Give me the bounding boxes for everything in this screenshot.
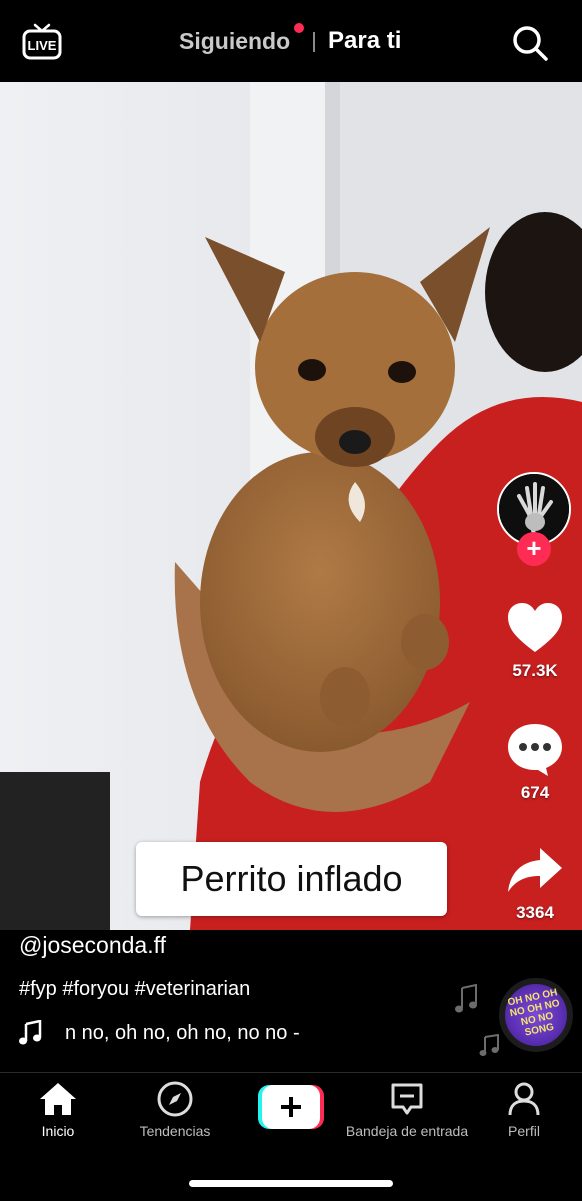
share-icon (508, 848, 562, 892)
comment-count: 674 (520, 783, 550, 802)
tab-following[interactable]: Siguiendo (179, 28, 290, 55)
music-disc[interactable]: OH NO OH NO OH NO NO NO SONG (499, 978, 573, 1052)
nav-home[interactable]: Inicio (30, 1081, 86, 1139)
post-hashtags[interactable]: #fyp #foryou #veterinarian (19, 978, 250, 1001)
nav-home-label: Inicio (41, 1123, 75, 1139)
disc-label: OH NO OH NO OH NO NO NO SONG (506, 987, 561, 1039)
like-count: 57.3K (512, 661, 558, 680)
music-title: n no, oh no, oh no, no no - (65, 1022, 300, 1044)
video-caption-sticker: Perrito inflado (136, 842, 447, 916)
floating-note-icon (454, 983, 480, 1016)
share-action[interactable]: 3364 (497, 846, 573, 923)
live-label: LIVE (28, 38, 57, 53)
video-frame (0, 82, 582, 930)
top-bar: LIVE Siguiendo Para ti (0, 0, 582, 82)
nav-inbox[interactable]: Bandeja de entrada (336, 1081, 478, 1139)
creator-username[interactable]: @joseconda.ff (19, 932, 166, 959)
comment-action[interactable]: 674 (497, 722, 573, 803)
tab-for-you[interactable]: Para ti (328, 27, 401, 55)
tab-divider (313, 32, 315, 52)
comment-icon (508, 724, 562, 776)
share-count: 3364 (516, 903, 554, 922)
video-player[interactable] (0, 82, 582, 930)
nav-profile-label: Perfil (508, 1123, 540, 1139)
compass-icon (157, 1081, 193, 1117)
follow-button[interactable]: + (517, 532, 551, 566)
create-button[interactable] (258, 1085, 324, 1129)
heart-icon (508, 603, 562, 652)
music-row[interactable]: n no, oh no, oh no, no no - (19, 1019, 439, 1048)
home-icon (40, 1083, 76, 1115)
plus-icon (258, 1085, 324, 1129)
notification-dot (294, 23, 304, 33)
search-icon[interactable] (511, 24, 549, 62)
nav-discover[interactable]: Tendencias (130, 1081, 220, 1139)
inbox-icon (391, 1083, 423, 1115)
home-indicator[interactable] (189, 1180, 393, 1187)
like-action[interactable]: 57.3K (497, 602, 573, 681)
live-icon[interactable]: LIVE (22, 22, 62, 62)
nav-profile[interactable]: Perfil (498, 1081, 550, 1139)
nav-discover-label: Tendencias (139, 1123, 211, 1139)
floating-note-icon (479, 1033, 501, 1058)
music-note-icon (19, 1019, 43, 1046)
nav-inbox-label: Bandeja de entrada (345, 1123, 469, 1139)
profile-icon (508, 1082, 540, 1116)
